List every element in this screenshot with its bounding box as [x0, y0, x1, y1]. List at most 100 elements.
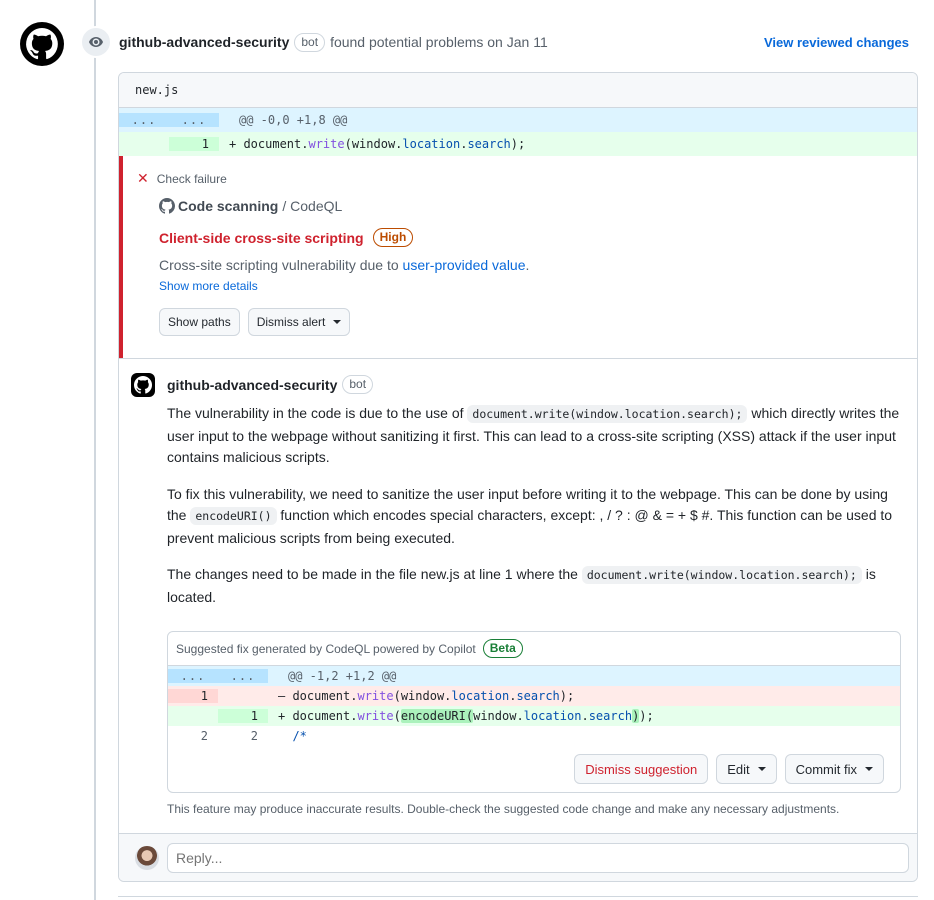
diff-line-del: 1 – document.write(window.location.search…	[168, 686, 900, 706]
diff-sign: –	[278, 689, 293, 703]
code-content: + document.write(window.location.search)…	[219, 137, 525, 151]
user-provided-value-link[interactable]: user-provided value	[403, 257, 526, 273]
code-token: );	[510, 137, 526, 151]
code-token: document.	[292, 689, 358, 703]
reviewer-avatar[interactable]	[20, 22, 64, 66]
code-token: write	[308, 137, 345, 151]
code-content: – document.write(window.location.search)…	[268, 689, 574, 703]
review-author-link[interactable]: github-advanced-security	[119, 34, 289, 50]
code-token: (	[393, 709, 401, 723]
new-line-number[interactable]: 2	[218, 729, 268, 743]
commit-fix-button[interactable]: Commit fix	[784, 754, 884, 784]
bot-label: bot	[342, 375, 374, 394]
beta-badge: Beta	[482, 639, 523, 658]
timeline-line	[94, 0, 96, 900]
comment-author-link[interactable]: github-advanced-security	[167, 377, 337, 393]
code-token: document.	[243, 137, 309, 151]
code-token: window.	[473, 709, 524, 723]
suggested-fix-title: Suggested fix generated by CodeQL powere…	[176, 641, 476, 656]
diff-sign: +	[278, 709, 293, 723]
alert-description: Cross-site scripting vulnerability due t…	[159, 257, 529, 273]
new-line-number[interactable]: 1	[218, 709, 268, 723]
comment-paragraph: The vulnerability in the code is due to …	[167, 403, 907, 469]
reply-input[interactable]	[167, 842, 909, 873]
comment-header: github-advanced-security bot	[167, 375, 378, 394]
inline-code: document.write(window.location.search);	[467, 405, 748, 423]
comment-paragraph: The changes need to be made in the file …	[167, 564, 907, 608]
code-content: /*	[268, 729, 307, 743]
file-name-text: new.js	[135, 83, 179, 97]
edit-button[interactable]: Edit	[716, 754, 777, 784]
code-content: + document.write(encodeURI(window.locati…	[268, 709, 654, 723]
x-icon: ✕	[137, 170, 149, 186]
check-status-text: Check failure	[156, 171, 227, 186]
user-avatar[interactable]	[135, 845, 159, 870]
hunk-old-dots[interactable]: ...	[119, 113, 169, 127]
show-paths-button[interactable]: Show paths	[159, 308, 240, 336]
review-header: github-advanced-security bot found poten…	[119, 32, 909, 52]
show-more-details-link[interactable]: Show more details	[159, 279, 258, 293]
code-token: location	[523, 709, 582, 723]
code-token: /*	[292, 729, 307, 743]
dismiss-alert-button[interactable]: Dismiss alert	[247, 308, 351, 336]
review-action-text: found potential problems on Jan 11	[330, 34, 548, 50]
check-failure: ✕ Check failure	[137, 170, 227, 187]
reply-area	[119, 833, 917, 881]
suggested-fix: Suggested fix generated by CodeQL powere…	[167, 631, 901, 793]
diff-sign: +	[229, 137, 244, 151]
dismiss-suggestion-label: Dismiss suggestion	[585, 761, 698, 777]
inline-code: encodeURI()	[190, 507, 277, 525]
code-token: write	[357, 709, 394, 723]
github-logo-icon	[20, 22, 64, 66]
code-token: .	[581, 709, 589, 723]
bot-label: bot	[294, 32, 326, 52]
code-token: write	[357, 689, 394, 703]
edit-label: Edit	[727, 761, 750, 777]
old-line-number[interactable]: 1	[168, 689, 218, 703]
code-scanning-alert: ✕ Check failure Code scanning / CodeQL C…	[119, 156, 917, 359]
hunk-old-dots[interactable]: ...	[168, 669, 218, 683]
view-reviewed-changes-link[interactable]: View reviewed changes	[764, 35, 909, 50]
dismiss-alert-label: Dismiss alert	[256, 315, 326, 329]
show-paths-label: Show paths	[168, 315, 231, 329]
suggestion-actions: Dismiss suggestion Edit Commit fix	[574, 754, 884, 784]
alert-title-row: Client-side cross-site scripting High	[159, 228, 414, 247]
scanner-info: Code scanning / CodeQL	[159, 198, 342, 214]
hunk-header-text: @@ -0,0 +1,8 @@	[239, 113, 348, 127]
suggestion-hunk-header: ... ... @@ -1,2 +1,2 @@	[168, 666, 900, 686]
diff-hunk-header: ... ... @@ -0,0 +1,8 @@	[119, 108, 917, 132]
file-name[interactable]: new.js	[119, 73, 917, 108]
github-mark-icon	[159, 198, 175, 214]
hunk-new-dots[interactable]: ...	[218, 669, 268, 683]
divider	[118, 896, 918, 897]
suggested-fix-header: Suggested fix generated by CodeQL powere…	[168, 632, 900, 666]
alert-actions: Show paths Dismiss alert	[159, 308, 351, 336]
text: function which encodes special character…	[167, 507, 893, 546]
new-line-number[interactable]: 1	[169, 137, 219, 151]
hunk-header-text: @@ -1,2 +1,2 @@	[288, 669, 397, 683]
bot-avatar[interactable]	[131, 373, 155, 397]
alert-title[interactable]: Client-side cross-site scripting	[159, 230, 364, 246]
inline-code: document.write(window.location.search);	[581, 566, 862, 584]
diff-line-ctx: 22 /*	[168, 726, 900, 746]
code-token: document.	[292, 709, 358, 723]
code-token: encodeURI(	[400, 709, 474, 723]
code-token: (window.	[344, 137, 403, 151]
diff-line-add: 1 + document.write(encodeURI(window.locat…	[168, 706, 900, 726]
code-token: (window.	[393, 689, 452, 703]
github-logo-icon	[134, 376, 152, 394]
code-token: search	[516, 689, 560, 703]
comment-body: The vulnerability in the code is due to …	[167, 403, 907, 623]
alert-description-text: Cross-site scripting vulnerability due t…	[159, 257, 403, 273]
code-token: search	[467, 137, 511, 151]
code-token: location	[402, 137, 461, 151]
commit-fix-label: Commit fix	[795, 761, 857, 777]
text: The changes need to be made in the file …	[167, 566, 582, 582]
comment-paragraph: To fix this vulnerability, we need to sa…	[167, 484, 907, 550]
dismiss-suggestion-button[interactable]: Dismiss suggestion	[574, 754, 709, 784]
hunk-new-dots[interactable]: ...	[169, 113, 219, 127]
diff-line-add: 1 + document.write(window.location.search…	[119, 132, 917, 156]
review-badge	[80, 26, 112, 58]
disclaimer-text: This feature may produce inaccurate resu…	[167, 802, 840, 816]
old-line-number[interactable]: 2	[168, 729, 218, 743]
